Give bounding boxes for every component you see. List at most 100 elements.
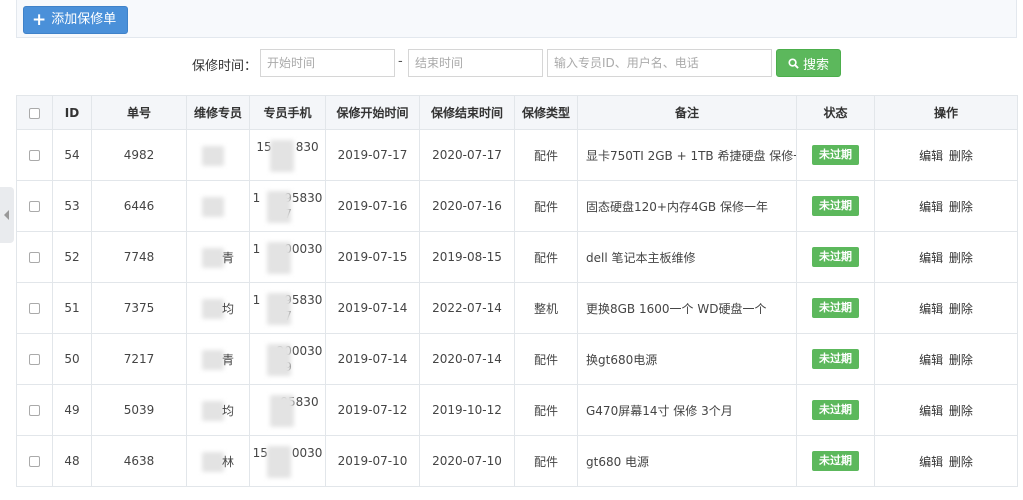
privacy-blur	[202, 145, 224, 166]
privacy-blur	[266, 446, 291, 478]
sidebar-collapse-handle[interactable]	[0, 187, 14, 243]
privacy-blur	[270, 395, 295, 427]
select-all-checkbox[interactable]	[29, 107, 40, 119]
status-badge: 未过期	[812, 349, 859, 369]
order-number-cell: 7748	[91, 231, 187, 283]
select-all-cell[interactable]	[16, 95, 53, 130]
edit-link[interactable]: 编辑	[919, 149, 943, 163]
delete-link[interactable]: 删除	[949, 455, 973, 469]
plus-icon: +	[32, 9, 47, 30]
row-select-cell[interactable]	[16, 333, 53, 385]
row-select-cell[interactable]	[16, 180, 53, 232]
note-cell: 换gt680电源	[577, 333, 797, 385]
privacy-blur	[202, 196, 224, 217]
row-checkbox[interactable]	[29, 303, 40, 314]
technician-cell: 青	[186, 333, 250, 385]
actions-cell: 编辑 删除	[874, 180, 1018, 232]
table-row: 49 5039 均 95830 7 2019-07-12 2019-10-12 …	[16, 384, 1018, 436]
phone-prefix: 1	[252, 242, 261, 256]
edit-link[interactable]: 编辑	[919, 200, 943, 214]
toolbar: + 添加保修单	[16, 0, 1017, 38]
table-row: 48 4638 林 15 0030 2019-07-10 2020-07-10 配…	[16, 435, 1018, 487]
row-checkbox[interactable]	[29, 252, 40, 263]
order-number-cell: 7217	[91, 333, 187, 385]
technician-name-text: 青	[221, 250, 234, 265]
column-header: 维修专员	[186, 95, 250, 130]
search-icon	[788, 57, 799, 69]
row-checkbox[interactable]	[29, 405, 40, 416]
technician-name	[198, 196, 238, 217]
privacy-blur	[266, 191, 291, 223]
technician-name: 均	[198, 298, 238, 319]
technician-name: 林	[198, 451, 238, 472]
row-checkbox[interactable]	[29, 354, 40, 365]
edit-link[interactable]: 编辑	[919, 302, 943, 316]
status-badge: 未过期	[812, 145, 859, 165]
technician-phone: 195830 57	[252, 190, 322, 223]
order-number-cell: 4638	[91, 435, 187, 487]
edit-link[interactable]: 编辑	[919, 455, 943, 469]
row-select-cell[interactable]	[16, 435, 53, 487]
status-cell: 未过期	[796, 384, 875, 436]
phone-prefix: 1	[252, 191, 261, 205]
technician-phone: 95830 7	[256, 394, 319, 427]
row-checkbox[interactable]	[29, 201, 40, 212]
note-cell: gt680 电源	[577, 435, 797, 487]
row-select-cell[interactable]	[16, 129, 53, 181]
status-cell: 未过期	[796, 282, 875, 334]
warranty-type-cell: 配件	[514, 384, 578, 436]
technician-cell: 林	[186, 435, 250, 487]
end-date-cell: 2020-07-14	[419, 333, 515, 385]
technician-cell	[186, 129, 250, 181]
phone-prefix: 1	[252, 293, 261, 307]
warranty-time-label: 保修时间：	[192, 59, 258, 74]
status-cell: 未过期	[796, 435, 875, 487]
chevron-left-icon	[4, 210, 9, 220]
end-time-input[interactable]	[408, 49, 543, 77]
edit-link[interactable]: 编辑	[919, 251, 943, 265]
status-cell: 未过期	[796, 333, 875, 385]
start-date-cell: 2019-07-12	[325, 384, 420, 436]
privacy-blur	[266, 344, 291, 376]
column-header: 状态	[796, 95, 875, 130]
column-header: ID	[52, 95, 92, 130]
delete-link[interactable]: 删除	[949, 404, 973, 418]
status-badge: 未过期	[812, 196, 859, 216]
search-button[interactable]: 搜索	[776, 49, 841, 77]
search-bar: 保修时间： - 搜索	[0, 49, 1023, 77]
end-date-cell: 2019-08-15	[419, 231, 515, 283]
row-select-cell[interactable]	[16, 384, 53, 436]
edit-link[interactable]: 编辑	[919, 353, 943, 367]
row-select-cell[interactable]	[16, 231, 53, 283]
end-date-cell: 2020-07-16	[419, 180, 515, 232]
actions-cell: 编辑 删除	[874, 384, 1018, 436]
status-cell: 未过期	[796, 129, 875, 181]
actions-cell: 编辑 删除	[874, 435, 1018, 487]
privacy-blur	[266, 293, 291, 325]
technician-name: 青	[198, 247, 238, 268]
edit-link[interactable]: 编辑	[919, 404, 943, 418]
start-date-cell: 2019-07-10	[325, 435, 420, 487]
technician-name-text: 青	[221, 352, 234, 367]
id-cell: 53	[52, 180, 92, 232]
order-number-cell: 4982	[91, 129, 187, 181]
delete-link[interactable]: 删除	[949, 149, 973, 163]
technician-cell: 青	[186, 231, 250, 283]
row-checkbox[interactable]	[29, 456, 40, 467]
keyword-search-input[interactable]	[547, 49, 772, 77]
note-cell: dell 笔记本主板维修	[577, 231, 797, 283]
note-cell: G470屏幕14寸 保修 3个月	[577, 384, 797, 436]
row-checkbox[interactable]	[29, 150, 40, 161]
delete-link[interactable]: 删除	[949, 251, 973, 265]
column-header: 专员手机	[249, 95, 326, 130]
table-row: 54 4982 15 830 2019-07-17 2020-07-17 配件 显…	[16, 129, 1018, 181]
technician-phone: 15 830	[256, 139, 319, 172]
add-warranty-button[interactable]: + 添加保修单	[23, 6, 129, 34]
start-time-input[interactable]	[260, 49, 395, 77]
delete-link[interactable]: 删除	[949, 353, 973, 367]
row-select-cell[interactable]	[16, 282, 53, 334]
delete-link[interactable]: 删除	[949, 200, 973, 214]
technician-cell: 均	[186, 384, 250, 436]
id-cell: 54	[52, 129, 92, 181]
delete-link[interactable]: 删除	[949, 302, 973, 316]
